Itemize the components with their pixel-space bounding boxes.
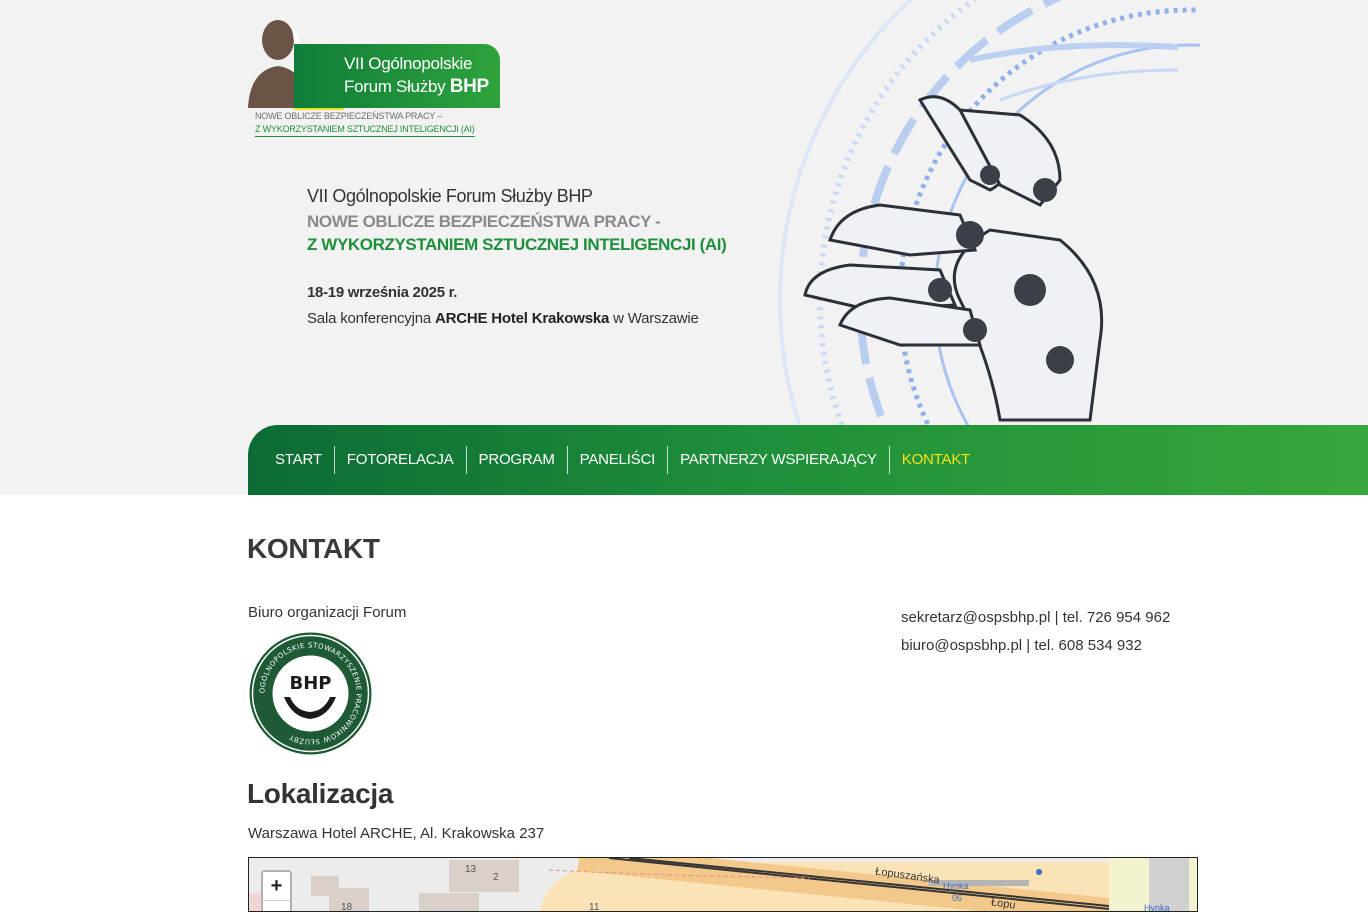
location-map[interactable]: + − 13 2 18 11 Łopuszańska Łopu Hynka 06… <box>248 857 1198 912</box>
nav-item-panelisci[interactable]: PANELIŚCI <box>566 446 667 474</box>
nav-item-partnerzy[interactable]: PARTNERZY WSPIERAJĄCY <box>667 446 889 474</box>
map-tiles <box>249 858 1197 911</box>
map-zoom-control: + − <box>261 870 292 911</box>
contact-list: sekretarz@ospsbhp.pl | tel. 726 954 962 … <box>901 604 1170 660</box>
page-title: KONTAKT <box>247 533 380 564</box>
event-subtitle-2: Z WYKORZYSTANIEM SZTUCZNEJ INTELIGENCJI … <box>307 235 727 254</box>
svg-text:BHP: BHP <box>290 673 332 694</box>
logo-line-2: Forum Służby BHP <box>344 76 489 97</box>
event-venue: Sala konferencyjna ARCHE Hotel Krakowska… <box>307 310 699 327</box>
contact-line-sekretarz[interactable]: sekretarz@ospsbhp.pl | tel. 726 954 962 <box>901 604 1170 632</box>
office-label: Biuro organizacji Forum <box>248 604 407 621</box>
logo-line-1: VII Ogólnopolskie <box>344 54 473 73</box>
map-stop-label: Hynka <box>1144 903 1170 912</box>
map-building-number: 11 <box>589 902 600 912</box>
nav-item-start[interactable]: START <box>263 446 334 474</box>
zoom-in-button[interactable]: + <box>263 872 290 901</box>
logo-subtitle-2: Z WYKORZYSTANIEM SZTUCZNEJ INTELIGENCJI … <box>255 124 475 137</box>
robot-hand-icon <box>778 0 1200 425</box>
logo-subtitle-1: NOWE OBLICZE BEZPIECZEŃSTWA PRACY – <box>255 111 443 121</box>
event-subtitle-1: NOWE OBLICZE BEZPIECZEŃSTWA PRACY - <box>307 212 661 231</box>
location-address: Warszawa Hotel ARCHE, Al. Krakowska 237 <box>248 825 545 842</box>
main-nav: START FOTORELACJA PROGRAM PANELIŚCI PART… <box>248 425 1368 495</box>
map-stop-label: Hynka <box>943 881 969 891</box>
forum-logo[interactable]: VII Ogólnopolskie Forum Służby BHP NOWE … <box>248 18 502 142</box>
nav-menu: START FOTORELACJA PROGRAM PANELIŚCI PART… <box>248 425 1368 495</box>
nav-item-kontakt[interactable]: KONTAKT <box>888 446 982 474</box>
hero-text: VII Ogólnopolskie Forum Służby BHP NOWE … <box>307 186 727 327</box>
map-building-number: 18 <box>341 902 353 912</box>
nav-item-program[interactable]: PROGRAM <box>465 446 567 474</box>
map-building-number: 2 <box>493 872 499 883</box>
zoom-out-button[interactable]: − <box>263 901 290 911</box>
association-seal-icon: OGÓLNOPOLSKIE STOWARZYSZENIE PRACOWNIKÓW… <box>249 632 372 755</box>
nav-item-fotorelacja[interactable]: FOTORELACJA <box>333 446 466 474</box>
hero-banner: VII Ogólnopolskie Forum Służby BHP NOWE … <box>0 0 1368 495</box>
map-building-number: 13 <box>465 864 477 875</box>
event-date: 18-19 września 2025 r. <box>307 284 458 301</box>
event-title: VII Ogólnopolskie Forum Służby BHP <box>307 186 593 206</box>
location-title: Lokalizacja <box>247 778 394 809</box>
map-stop-code: 06 <box>952 893 963 903</box>
contact-line-biuro[interactable]: biuro@ospsbhp.pl | tel. 608 534 932 <box>901 632 1170 660</box>
